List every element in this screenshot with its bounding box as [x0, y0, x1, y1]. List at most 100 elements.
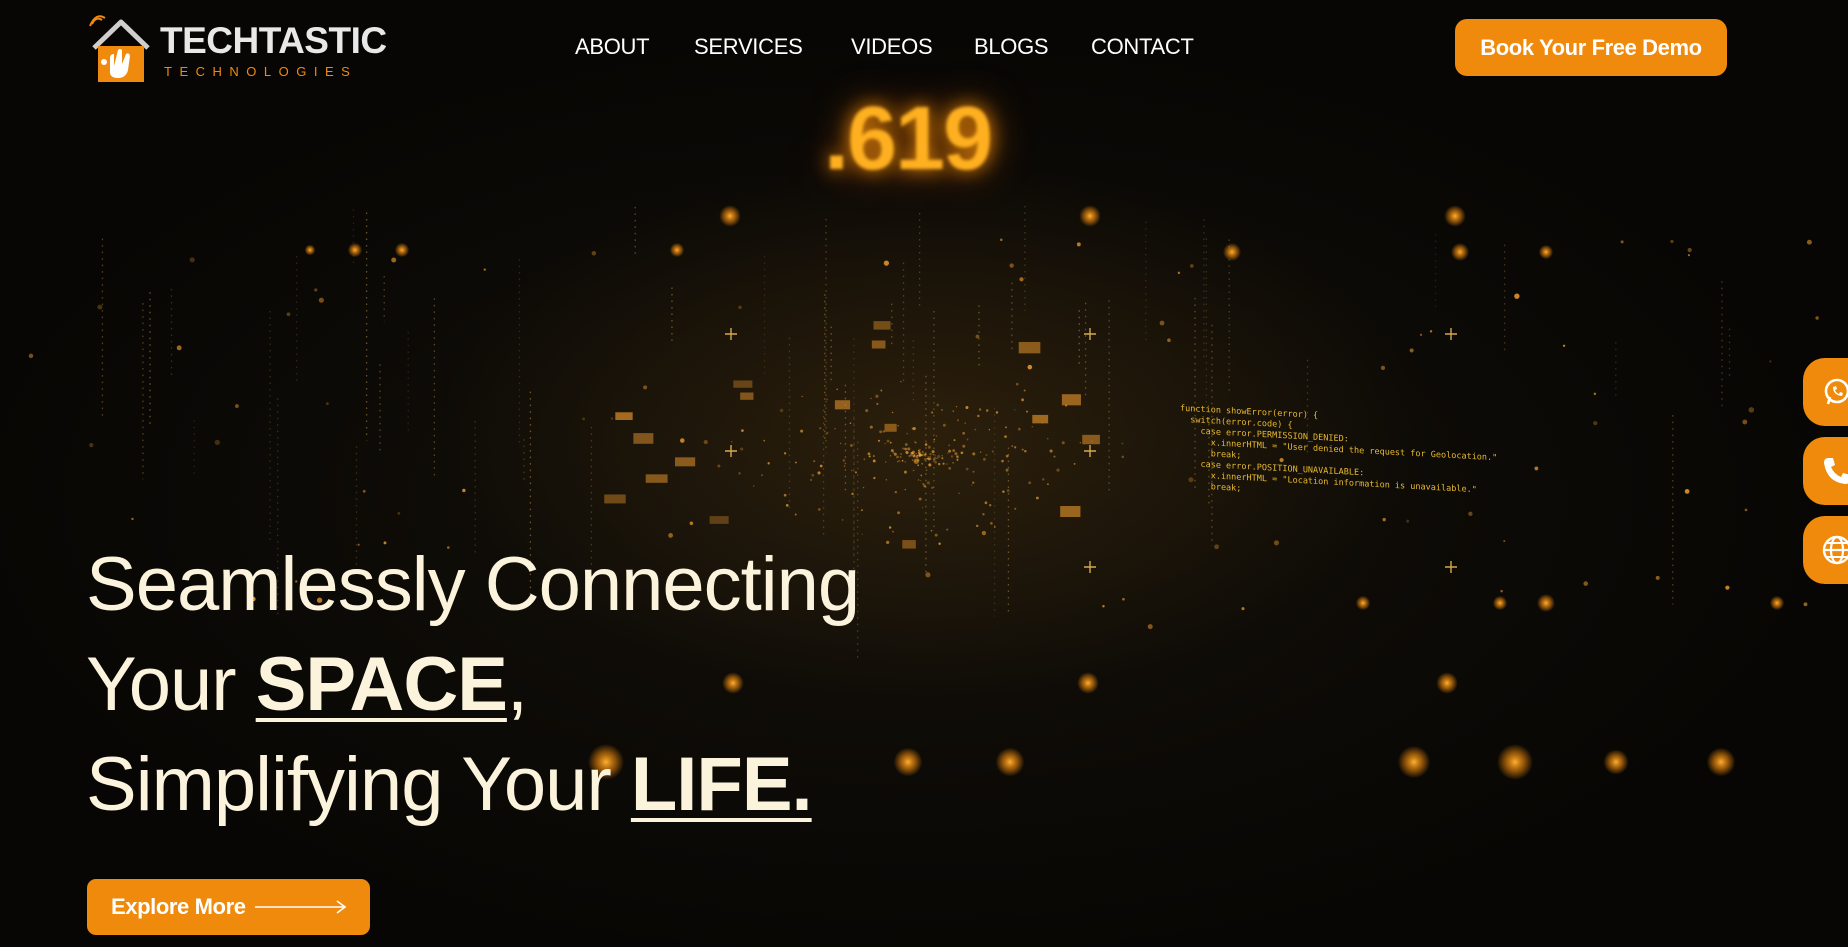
background-particle [899, 456, 902, 458]
background-particle [717, 464, 721, 468]
background-particle [923, 484, 926, 488]
background-particle [911, 452, 914, 455]
background-particle [941, 455, 943, 457]
background-particle [1769, 360, 1772, 363]
background-particle [1593, 392, 1597, 396]
background-particle [800, 429, 804, 433]
background-particle [946, 463, 948, 465]
background-particle [314, 288, 318, 292]
background-particle [811, 473, 815, 477]
background-particle [916, 454, 919, 457]
background-particle [801, 395, 803, 398]
nav-blogs[interactable]: BLOGS [974, 34, 1049, 60]
background-particle [914, 441, 917, 444]
background-particle [912, 427, 916, 431]
background-particle [952, 410, 954, 412]
background-particle [1073, 462, 1076, 465]
background-particle [362, 489, 366, 493]
background-particle [991, 450, 994, 453]
nav-contact[interactable]: CONTACT [1091, 34, 1194, 60]
background-particle [942, 462, 945, 465]
background-particle [915, 452, 917, 455]
background-particle [1000, 238, 1003, 242]
explore-more-button[interactable]: Explore More [87, 879, 370, 935]
background-particle [862, 486, 865, 489]
book-demo-button[interactable]: Book Your Free Demo [1455, 19, 1727, 76]
background-particle [810, 478, 813, 481]
background-particle [903, 470, 907, 474]
background-particle [1005, 426, 1007, 429]
background-particle [28, 353, 34, 359]
headline-text: Your [86, 642, 256, 727]
phone-button[interactable] [1803, 437, 1848, 505]
background-particle [1451, 243, 1469, 261]
background-particle [826, 398, 828, 401]
background-particle [947, 452, 949, 454]
nav-services[interactable]: SERVICES [694, 34, 803, 60]
background-particle [936, 403, 940, 407]
background-particle [779, 408, 784, 413]
background-particle [1492, 595, 1508, 611]
background-particle [970, 484, 973, 486]
background-particle [615, 412, 633, 421]
background-particle [934, 533, 938, 537]
background-particle [1436, 672, 1458, 694]
background-particle [633, 433, 654, 444]
whatsapp-button[interactable] [1803, 358, 1848, 426]
background-particle [783, 452, 787, 455]
background-particle [1053, 455, 1056, 458]
background-particle [1017, 427, 1021, 431]
glowing-number: .619 [824, 89, 993, 189]
background-particle [1468, 511, 1473, 516]
background-particle [1049, 449, 1053, 453]
background-particle [918, 452, 920, 455]
background-particle [850, 469, 853, 472]
background-particle [347, 242, 363, 258]
headline-text: Simplifying Your [86, 742, 631, 827]
background-particle [1706, 747, 1736, 777]
background-particle [783, 493, 787, 497]
background-particle [894, 491, 897, 494]
background-particle [719, 205, 741, 227]
website-button[interactable] [1803, 516, 1848, 584]
background-particle [679, 438, 685, 443]
background-particle [886, 540, 890, 545]
background-particle [760, 474, 764, 477]
background-particle [1021, 398, 1025, 402]
background-particle [932, 453, 934, 455]
background-particle [869, 425, 873, 429]
background-particle [1061, 394, 1081, 406]
background-particle [984, 501, 988, 505]
background-particle [1032, 414, 1049, 424]
background-particle [884, 423, 897, 432]
background-particle [918, 497, 922, 501]
background-particle [1503, 540, 1506, 543]
background-particle [1005, 468, 1009, 472]
background-particle [880, 389, 883, 392]
headline-line-2: Your SPACE, [86, 635, 859, 735]
background-particle [889, 455, 892, 457]
background-particle [964, 422, 966, 424]
background-particle [1028, 481, 1032, 485]
background-particle [1744, 508, 1748, 512]
nav-about[interactable]: ABOUT [575, 34, 650, 60]
background-particle [941, 457, 944, 460]
background-particle [189, 257, 195, 263]
background-particle [929, 456, 931, 458]
background-particle [842, 459, 846, 462]
background-particle [1769, 595, 1785, 611]
background-particle [962, 431, 966, 435]
background-particle [873, 476, 876, 480]
background-particle [925, 452, 927, 454]
background-particle [1041, 478, 1045, 481]
background-particle [1009, 263, 1014, 268]
background-particle [1583, 581, 1589, 586]
background-particle [1079, 442, 1081, 444]
brand-logo[interactable]: TECHTASTIC TECHNOLOGIES [88, 14, 387, 84]
nav-videos[interactable]: VIDEOS [851, 34, 933, 60]
background-particle [877, 439, 881, 442]
background-particle [738, 472, 741, 475]
background-particle [1397, 745, 1431, 779]
background-particle [902, 447, 905, 450]
background-particle [1015, 382, 1019, 386]
